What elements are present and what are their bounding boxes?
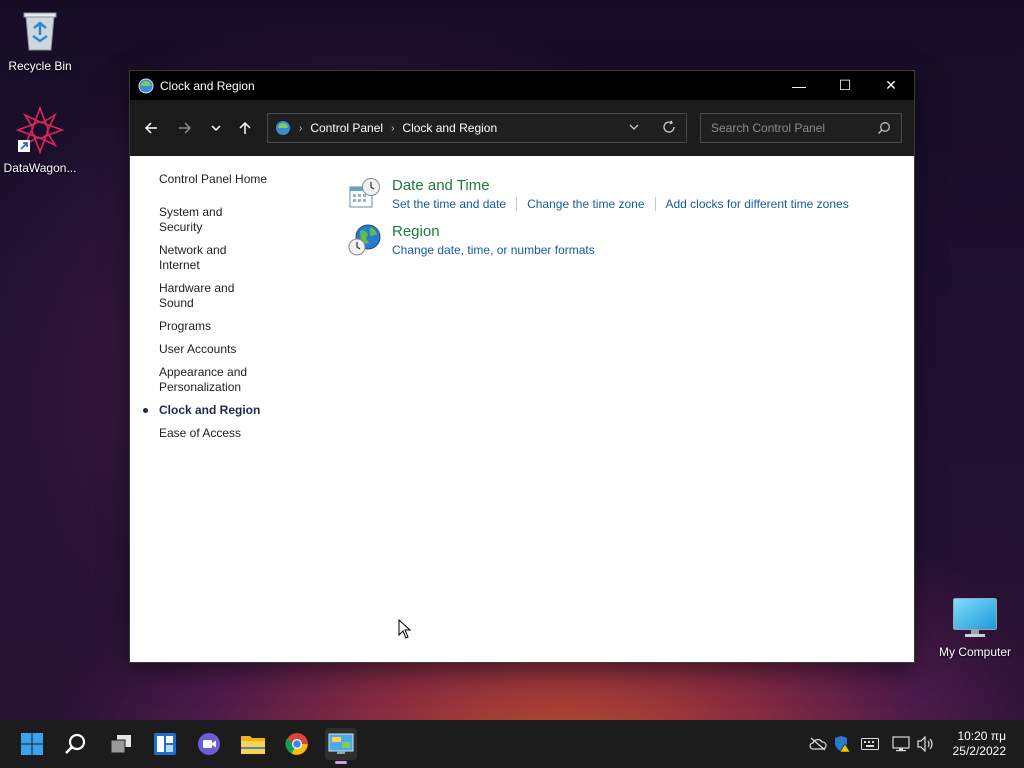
navigation-bar: › Control Panel › Clock and Region bbox=[130, 100, 914, 156]
globe-clock-icon bbox=[348, 224, 381, 256]
region-tasks: Change date, time, or number formats bbox=[392, 243, 595, 257]
desktop-icon-my-computer[interactable]: My Computer bbox=[935, 598, 1015, 659]
sidebar-item-ease-of-access[interactable]: Ease of Access bbox=[159, 426, 269, 441]
shield-warning-icon bbox=[835, 736, 851, 753]
link-divider bbox=[654, 197, 656, 211]
chevron-right-icon: › bbox=[299, 122, 303, 134]
search-taskbar-button[interactable] bbox=[60, 728, 92, 760]
control-panel-icon bbox=[138, 78, 154, 93]
clock-date: 25/2/2022 bbox=[952, 744, 1006, 758]
folder-icon bbox=[241, 736, 265, 754]
date-and-time-link[interactable]: Date and Time bbox=[392, 177, 490, 194]
search-icon bbox=[65, 733, 86, 754]
sidebar-list: System and Security Network and Internet… bbox=[143, 205, 269, 449]
widgets-button[interactable] bbox=[149, 728, 181, 760]
security-tray-button[interactable] bbox=[832, 734, 852, 754]
sidebar-item-hardware-and-sound[interactable]: Hardware and Sound bbox=[159, 281, 269, 311]
arrow-right-icon bbox=[179, 122, 192, 134]
speaker-icon bbox=[917, 736, 933, 752]
arrow-left-icon bbox=[144, 122, 157, 134]
monitor-icon bbox=[953, 598, 997, 637]
up-button[interactable] bbox=[233, 116, 257, 140]
minimize-button[interactable]: — bbox=[776, 71, 822, 100]
chat-button[interactable] bbox=[193, 728, 225, 760]
control-panel-icon bbox=[328, 733, 354, 754]
window-title: Clock and Region bbox=[160, 78, 255, 93]
arrow-up-icon bbox=[239, 121, 251, 134]
title-bar[interactable]: Clock and Region — ☐ ✕ bbox=[130, 71, 914, 100]
task-view-button[interactable] bbox=[105, 728, 137, 760]
close-button[interactable]: ✕ bbox=[868, 71, 914, 100]
desktop-icon-label: DataWagon... bbox=[3, 161, 77, 175]
address-bar[interactable]: › Control Panel › Clock and Region bbox=[267, 113, 687, 143]
calendar-clock-icon bbox=[349, 178, 380, 208]
add-clocks-link[interactable]: Add clocks for different time zones bbox=[666, 197, 849, 211]
address-dropdown-button[interactable] bbox=[628, 121, 640, 136]
control-panel-window: Clock and Region — ☐ ✕ › Control Panel ›… bbox=[130, 71, 914, 662]
desktop-icon-recycle-bin[interactable]: Recycle Bin bbox=[0, 8, 80, 73]
breadcrumb-clock-and-region[interactable]: Clock and Region bbox=[402, 121, 497, 135]
recent-locations-button[interactable] bbox=[204, 116, 228, 140]
file-explorer-button[interactable] bbox=[237, 728, 269, 760]
widgets-icon bbox=[154, 733, 176, 755]
back-button[interactable] bbox=[139, 116, 163, 140]
maximize-button[interactable]: ☐ bbox=[822, 71, 868, 100]
refresh-button[interactable] bbox=[662, 120, 676, 137]
windows-logo-icon bbox=[21, 733, 43, 755]
maximize-icon: ☐ bbox=[838, 77, 852, 93]
clock-time: 10:20 πμ bbox=[957, 729, 1006, 743]
sidebar-item-programs[interactable]: Programs bbox=[159, 319, 269, 334]
sidebar-item-system-and-security[interactable]: System and Security bbox=[159, 205, 269, 235]
recycle-bin-icon bbox=[23, 12, 57, 51]
forward-button[interactable] bbox=[173, 116, 197, 140]
desktop-icon-label: Recycle Bin bbox=[8, 59, 72, 73]
refresh-icon bbox=[663, 120, 675, 133]
mouse-cursor-icon bbox=[398, 619, 412, 639]
system-clock[interactable]: 10:20 πμ 25/2/2022 bbox=[953, 729, 1006, 759]
datawagon-icon bbox=[15, 105, 65, 155]
sidebar-item-network-and-internet[interactable]: Network and Internet bbox=[159, 243, 269, 273]
change-formats-link[interactable]: Change date, time, or number formats bbox=[392, 243, 595, 257]
sidebar-item-appearance-and-personalization[interactable]: Appearance and Personalization bbox=[159, 365, 269, 395]
sidebar-item-user-accounts[interactable]: User Accounts bbox=[159, 342, 269, 357]
search-box[interactable] bbox=[700, 113, 902, 143]
cloud-off-icon bbox=[809, 737, 827, 751]
link-divider bbox=[516, 197, 518, 211]
region-link[interactable]: Region bbox=[392, 223, 440, 240]
start-button[interactable] bbox=[16, 728, 48, 760]
minimize-icon: — bbox=[792, 77, 806, 94]
network-icon bbox=[892, 736, 910, 752]
search-icon bbox=[878, 122, 890, 134]
chrome-icon bbox=[285, 733, 308, 755]
date-and-time-tasks: Set the time and date Change the time zo… bbox=[392, 197, 849, 211]
taskbar: 10:20 πμ 25/2/2022 bbox=[0, 720, 1024, 768]
chrome-button[interactable] bbox=[281, 728, 313, 760]
breadcrumb-control-panel[interactable]: Control Panel bbox=[310, 121, 383, 135]
close-icon: ✕ bbox=[885, 77, 897, 93]
sidebar-control-panel-home[interactable]: Control Panel Home bbox=[159, 172, 267, 186]
keyboard-tray-button[interactable] bbox=[860, 734, 880, 754]
onedrive-tray-button[interactable] bbox=[808, 734, 828, 754]
volume-tray-button[interactable] bbox=[916, 734, 936, 754]
task-view-icon bbox=[110, 735, 131, 754]
content-area: Control Panel Home System and Security N… bbox=[130, 156, 914, 662]
chat-camera-icon bbox=[198, 733, 220, 755]
search-input[interactable] bbox=[709, 120, 873, 136]
sidebar-item-clock-and-region[interactable]: Clock and Region bbox=[143, 403, 269, 418]
chevron-right-icon: › bbox=[391, 122, 395, 134]
set-time-and-date-link[interactable]: Set the time and date bbox=[392, 197, 506, 211]
desktop-icon-label: My Computer bbox=[938, 645, 1012, 659]
keyboard-icon bbox=[861, 738, 879, 750]
network-tray-button[interactable] bbox=[891, 734, 911, 754]
change-time-zone-link[interactable]: Change the time zone bbox=[527, 197, 644, 211]
control-panel-taskbar-button[interactable] bbox=[325, 728, 357, 764]
desktop-icon-datawagon[interactable]: DataWagon... bbox=[0, 105, 80, 175]
chevron-down-icon bbox=[211, 125, 221, 132]
chevron-down-icon bbox=[629, 124, 639, 130]
control-panel-icon bbox=[276, 121, 290, 135]
